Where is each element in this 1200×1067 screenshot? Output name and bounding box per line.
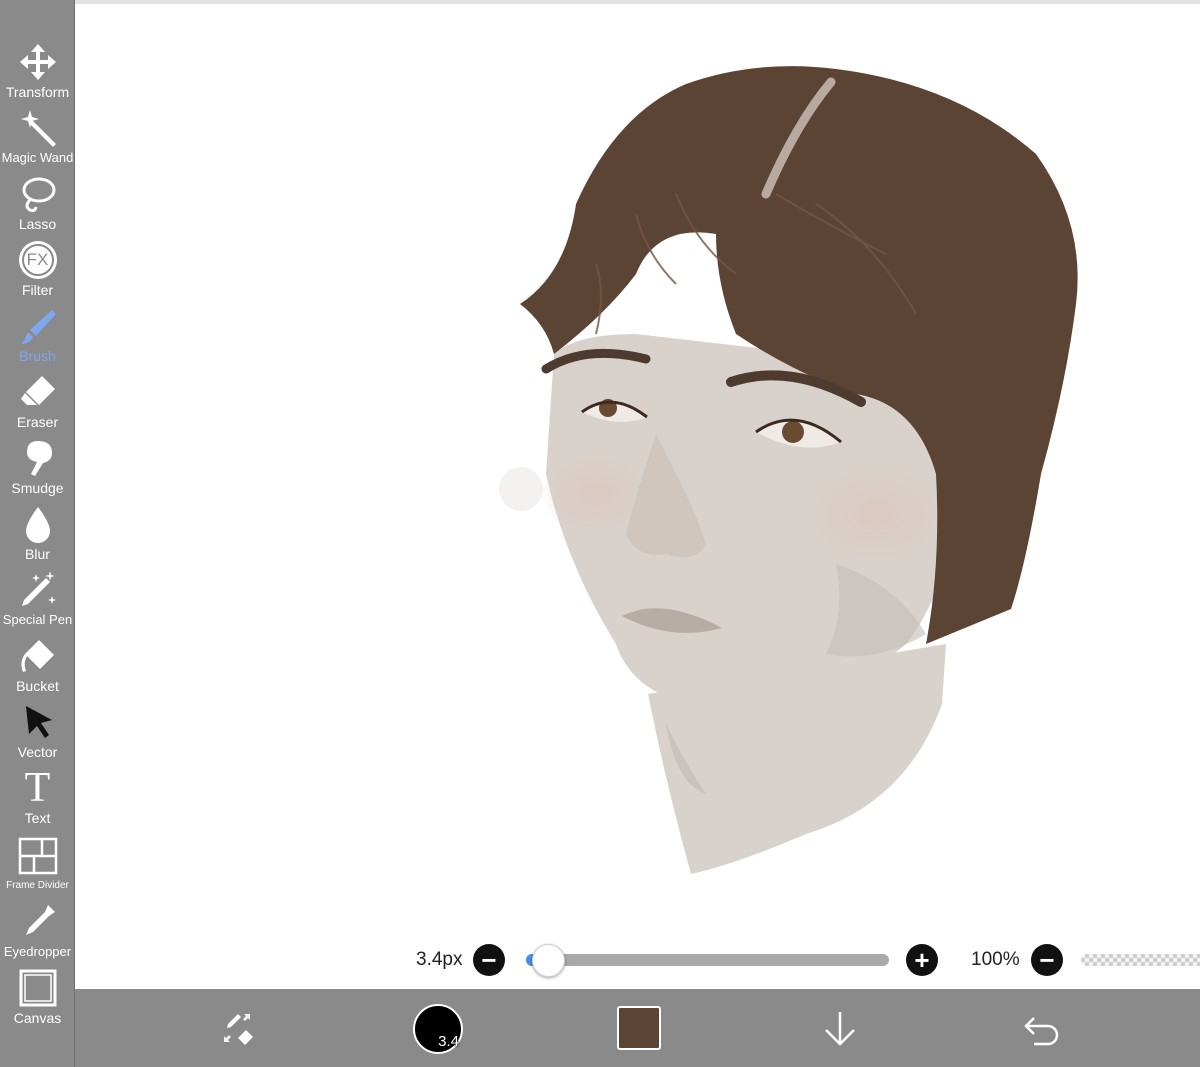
tool-frame-divider[interactable]: Frame Divider bbox=[0, 834, 75, 900]
fx-icon: FX bbox=[16, 238, 60, 282]
tool-filter[interactable]: FX Filter bbox=[0, 238, 75, 304]
opacity-slider[interactable] bbox=[1081, 954, 1200, 966]
tool-brush-label: Brush bbox=[19, 348, 56, 364]
tool-canvas[interactable]: Canvas bbox=[0, 966, 75, 1032]
tool-blur-label: Blur bbox=[25, 546, 50, 562]
lasso-icon bbox=[16, 172, 60, 216]
vector-cursor-icon bbox=[16, 700, 60, 744]
drawing-canvas[interactable] bbox=[76, 4, 1200, 989]
text-t-glyph: T bbox=[24, 765, 51, 811]
tool-vector-label: Vector bbox=[17, 744, 58, 760]
brush-preview[interactable]: 3.4 bbox=[413, 1004, 463, 1054]
brush-size-badge: 3.4 bbox=[438, 1033, 459, 1050]
tool-eyedropper[interactable]: Eyedropper bbox=[0, 900, 75, 966]
canvas-smudge bbox=[499, 467, 543, 511]
tool-text-label: Text bbox=[24, 810, 51, 826]
brush-size-value: 3.4px bbox=[416, 949, 463, 970]
brush-size-decrease-button[interactable]: − bbox=[473, 944, 505, 976]
move-arrows-icon bbox=[16, 40, 60, 84]
swap-brush-eraser-icon bbox=[224, 1014, 253, 1045]
paint-bucket-icon bbox=[16, 634, 60, 678]
tool-special-pen[interactable]: Special Pen bbox=[0, 568, 75, 634]
tool-special-pen-label: Special Pen bbox=[2, 612, 73, 627]
undo-icon bbox=[1024, 1017, 1059, 1046]
tool-filter-label: Filter bbox=[21, 282, 54, 298]
undo-button[interactable] bbox=[1017, 1003, 1067, 1053]
bottom-toolbar: 3.4 bbox=[75, 989, 1200, 1067]
opacity-decrease-button[interactable]: − bbox=[1031, 944, 1063, 976]
brush-size-increase-button[interactable]: + bbox=[906, 944, 938, 976]
fx-icon-text: FX bbox=[21, 244, 54, 276]
tool-magic-wand[interactable]: Magic Wand bbox=[0, 106, 75, 172]
tool-canvas-label: Canvas bbox=[13, 1010, 62, 1026]
tool-eraser[interactable]: Eraser bbox=[0, 370, 75, 436]
magic-wand-icon bbox=[16, 106, 60, 150]
frame-divider-icon bbox=[16, 834, 60, 878]
plus-icon: + bbox=[914, 945, 930, 975]
special-pen-icon bbox=[16, 568, 60, 612]
down-arrow-icon bbox=[825, 1012, 855, 1046]
eyedropper-icon bbox=[16, 900, 60, 944]
tool-text[interactable]: T Text bbox=[0, 766, 75, 832]
text-t-icon: T bbox=[16, 766, 60, 810]
tool-bucket[interactable]: Bucket bbox=[0, 634, 75, 700]
portrait-artwork bbox=[499, 66, 1078, 874]
tool-lasso-label: Lasso bbox=[18, 216, 57, 232]
left-toolbar: Transform Magic Wand Lasso FX Filter Bru… bbox=[0, 0, 75, 1067]
tool-vector[interactable]: Vector bbox=[0, 700, 75, 766]
tool-transform-label: Transform bbox=[5, 84, 70, 100]
tool-frame-divider-label: Frame Divider bbox=[6, 880, 69, 891]
tool-bucket-label: Bucket bbox=[16, 678, 59, 694]
tool-transform[interactable]: Transform bbox=[0, 40, 75, 106]
tool-eraser-label: Eraser bbox=[16, 414, 59, 430]
layer-down-button[interactable] bbox=[815, 1003, 865, 1053]
swap-brush-eraser-button[interactable] bbox=[213, 1003, 263, 1053]
brush-icon bbox=[16, 304, 60, 348]
smudge-finger-icon bbox=[16, 436, 60, 480]
brush-opacity-value: 100% bbox=[971, 949, 1020, 970]
tool-smudge-label: Smudge bbox=[11, 480, 64, 496]
water-drop-icon bbox=[16, 502, 60, 546]
minus-icon: − bbox=[481, 945, 497, 975]
eraser-icon bbox=[16, 370, 60, 414]
minus-icon: − bbox=[1039, 945, 1055, 975]
brush-size-slider[interactable] bbox=[526, 954, 889, 966]
tool-smudge[interactable]: Smudge bbox=[0, 436, 75, 502]
tool-lasso[interactable]: Lasso bbox=[0, 172, 75, 238]
tool-eyedropper-label: Eyedropper bbox=[3, 944, 72, 959]
tool-blur[interactable]: Blur bbox=[0, 502, 75, 568]
canvas-square-icon bbox=[16, 966, 60, 1010]
color-swatch[interactable] bbox=[617, 1006, 661, 1050]
brush-size-slider-thumb[interactable] bbox=[532, 944, 566, 977]
tool-brush[interactable]: Brush bbox=[0, 304, 75, 370]
brush-settings-bar: 3.4px − + 100% − bbox=[400, 940, 1200, 982]
tool-magic-wand-label: Magic Wand bbox=[1, 150, 74, 165]
